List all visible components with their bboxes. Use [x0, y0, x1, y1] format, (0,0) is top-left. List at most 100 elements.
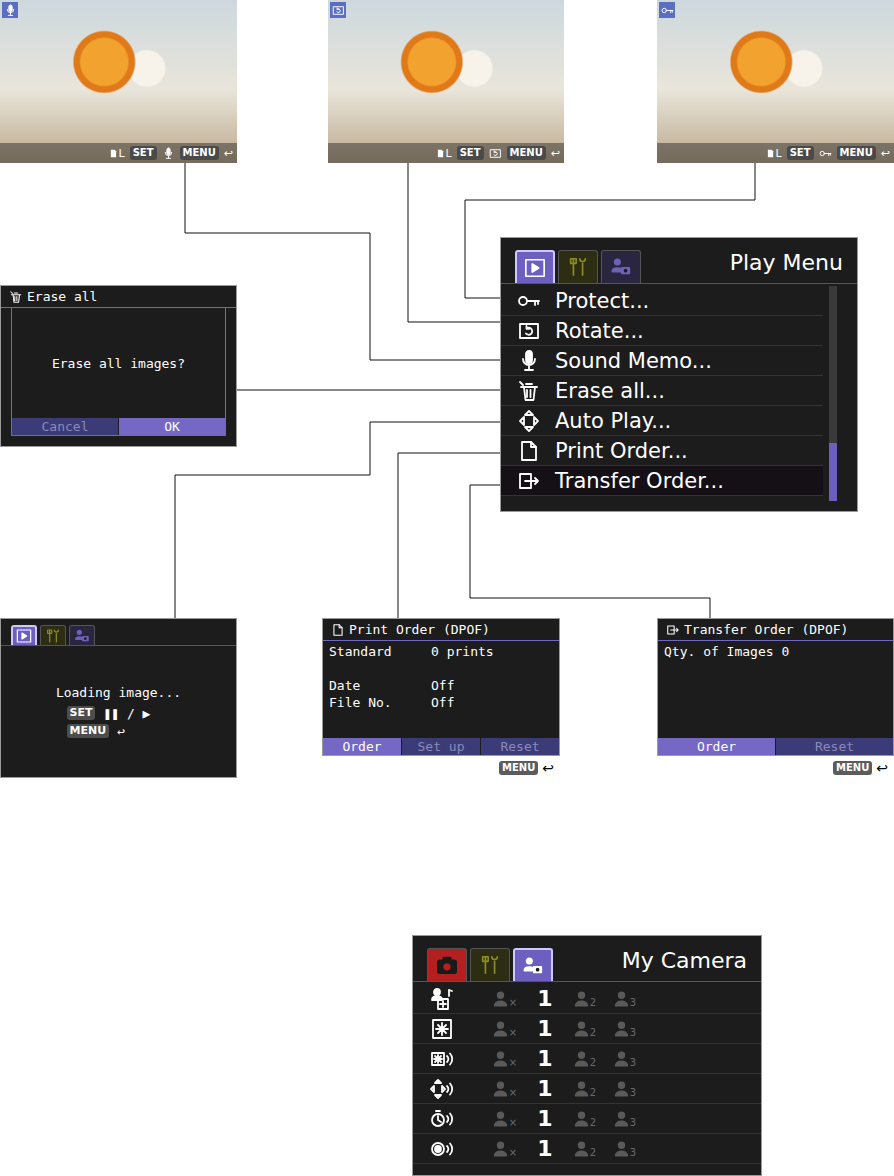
setting-option[interactable]: ×: [485, 1020, 525, 1038]
setting-option[interactable]: 3: [605, 1110, 645, 1128]
back-symbol[interactable]: ↩: [551, 147, 560, 160]
setting-option[interactable]: 2: [565, 1050, 605, 1068]
setting-option[interactable]: 3: [605, 1050, 645, 1068]
setting-option[interactable]: 1: [525, 1106, 565, 1131]
menu-item[interactable]: Auto Play...: [501, 406, 823, 436]
setting-option[interactable]: 2: [565, 1110, 605, 1128]
my-camera-row[interactable]: × 1 2 3: [413, 1074, 761, 1104]
setting-option[interactable]: 1: [525, 1136, 565, 1161]
option-number[interactable]: 3: [630, 998, 636, 1008]
back-symbol[interactable]: ↩: [881, 147, 890, 160]
option-number[interactable]: 1: [537, 986, 552, 1011]
set-key[interactable]: SET: [787, 146, 814, 160]
option-number[interactable]: ×: [509, 1058, 517, 1068]
option-number[interactable]: ×: [509, 1028, 517, 1038]
order-button[interactable]: Reset: [775, 738, 893, 755]
setting-option[interactable]: 1: [525, 986, 565, 1011]
my-camera-row[interactable]: × 1 2 3: [413, 1104, 761, 1134]
menu-item-label[interactable]: Rotate...: [555, 319, 644, 343]
option-number[interactable]: 3: [630, 1088, 636, 1098]
option-number[interactable]: 2: [590, 1058, 596, 1068]
option-number[interactable]: ×: [509, 998, 517, 1008]
menu-item[interactable]: Protect...: [501, 286, 823, 316]
option-number[interactable]: ×: [509, 1118, 517, 1128]
back-symbol[interactable]: ↩: [542, 760, 554, 776]
my-camera-row[interactable]: × 1 2 3: [413, 1044, 761, 1074]
menu-item[interactable]: Erase all...: [501, 376, 823, 406]
setting-option[interactable]: 3: [605, 1080, 645, 1098]
setting-option[interactable]: 1: [525, 1016, 565, 1041]
play-tab[interactable]: [515, 250, 555, 283]
scroll-thumb[interactable]: [829, 443, 837, 501]
ok-button[interactable]: OK: [118, 418, 225, 435]
option-number[interactable]: 3: [630, 1058, 636, 1068]
scrollbar[interactable]: [829, 286, 837, 501]
menu-key[interactable]: MENU: [507, 146, 546, 160]
option-number[interactable]: 1: [537, 1016, 552, 1041]
setting-option[interactable]: 1: [525, 1046, 565, 1071]
setup-tab[interactable]: [470, 948, 510, 981]
menu-item-label[interactable]: Erase all...: [555, 379, 665, 403]
setting-option[interactable]: 2: [565, 1020, 605, 1038]
setting-option[interactable]: ×: [485, 1080, 525, 1098]
menu-item[interactable]: Rotate...: [501, 316, 823, 346]
my-camera-tab[interactable]: [513, 948, 553, 981]
setting-option[interactable]: 2: [565, 990, 605, 1008]
setting-option[interactable]: 3: [605, 1140, 645, 1158]
menu-key[interactable]: MENU: [833, 761, 872, 775]
option-number[interactable]: 1: [537, 1076, 552, 1101]
setting-option[interactable]: ×: [485, 990, 525, 1008]
setting-option[interactable]: ×: [485, 1050, 525, 1068]
order-button[interactable]: Set up: [401, 738, 480, 755]
option-number[interactable]: ×: [509, 1148, 517, 1158]
menu-item[interactable]: Transfer Order...: [501, 466, 823, 496]
order-button[interactable]: Order: [323, 738, 401, 755]
my-camera-row[interactable]: × 1 2 3: [413, 1014, 761, 1044]
my-camera-tab[interactable]: [601, 250, 641, 283]
setup-tab[interactable]: [558, 250, 598, 283]
option-number[interactable]: 2: [590, 998, 596, 1008]
play-tab[interactable]: [11, 625, 37, 645]
option-number[interactable]: ×: [509, 1088, 517, 1098]
option-number[interactable]: 2: [590, 1118, 596, 1128]
setup-tab[interactable]: [40, 625, 66, 645]
setting-option[interactable]: 2: [565, 1140, 605, 1158]
my-camera-row[interactable]: × 1 2 3: [413, 1134, 761, 1164]
menu-item[interactable]: Print Order...: [501, 436, 823, 466]
camera-tab[interactable]: [427, 948, 467, 981]
back-symbol[interactable]: ↩: [876, 760, 888, 776]
menu-key[interactable]: MENU: [837, 146, 876, 160]
back-symbol[interactable]: ↩: [224, 147, 233, 160]
order-button[interactable]: Reset: [480, 738, 559, 755]
setting-option[interactable]: 1: [525, 1076, 565, 1101]
my-camera-row[interactable]: × 1 2 3: [413, 984, 761, 1014]
setting-option[interactable]: 3: [605, 990, 645, 1008]
menu-item[interactable]: Sound Memo...: [501, 346, 823, 376]
key-badge[interactable]: MENU: [67, 724, 110, 738]
option-number[interactable]: 3: [630, 1118, 636, 1128]
option-number[interactable]: 1: [537, 1136, 552, 1161]
option-number[interactable]: 1: [537, 1046, 552, 1071]
menu-item-label[interactable]: Auto Play...: [555, 409, 671, 433]
option-number[interactable]: 3: [630, 1148, 636, 1158]
menu-item-label[interactable]: Print Order...: [555, 439, 688, 463]
setting-option[interactable]: 3: [605, 1020, 645, 1038]
option-number[interactable]: 1: [537, 1106, 552, 1131]
order-button[interactable]: Order: [658, 738, 775, 755]
setting-option[interactable]: ×: [485, 1110, 525, 1128]
cancel-button[interactable]: Cancel: [12, 418, 118, 435]
option-number[interactable]: 3: [630, 1028, 636, 1038]
option-number[interactable]: 2: [590, 1148, 596, 1158]
set-key[interactable]: SET: [130, 146, 157, 160]
option-number[interactable]: 2: [590, 1028, 596, 1038]
setting-option[interactable]: ×: [485, 1140, 525, 1158]
menu-key[interactable]: MENU: [499, 761, 538, 775]
key-badge[interactable]: SET: [67, 706, 96, 720]
my-camera-tab[interactable]: [69, 625, 95, 645]
set-key[interactable]: SET: [457, 146, 484, 160]
option-number[interactable]: 2: [590, 1088, 596, 1098]
menu-item-label[interactable]: Sound Memo...: [555, 349, 712, 373]
menu-item-label[interactable]: Transfer Order...: [555, 469, 724, 493]
setting-option[interactable]: 2: [565, 1080, 605, 1098]
menu-item-label[interactable]: Protect...: [555, 289, 649, 313]
